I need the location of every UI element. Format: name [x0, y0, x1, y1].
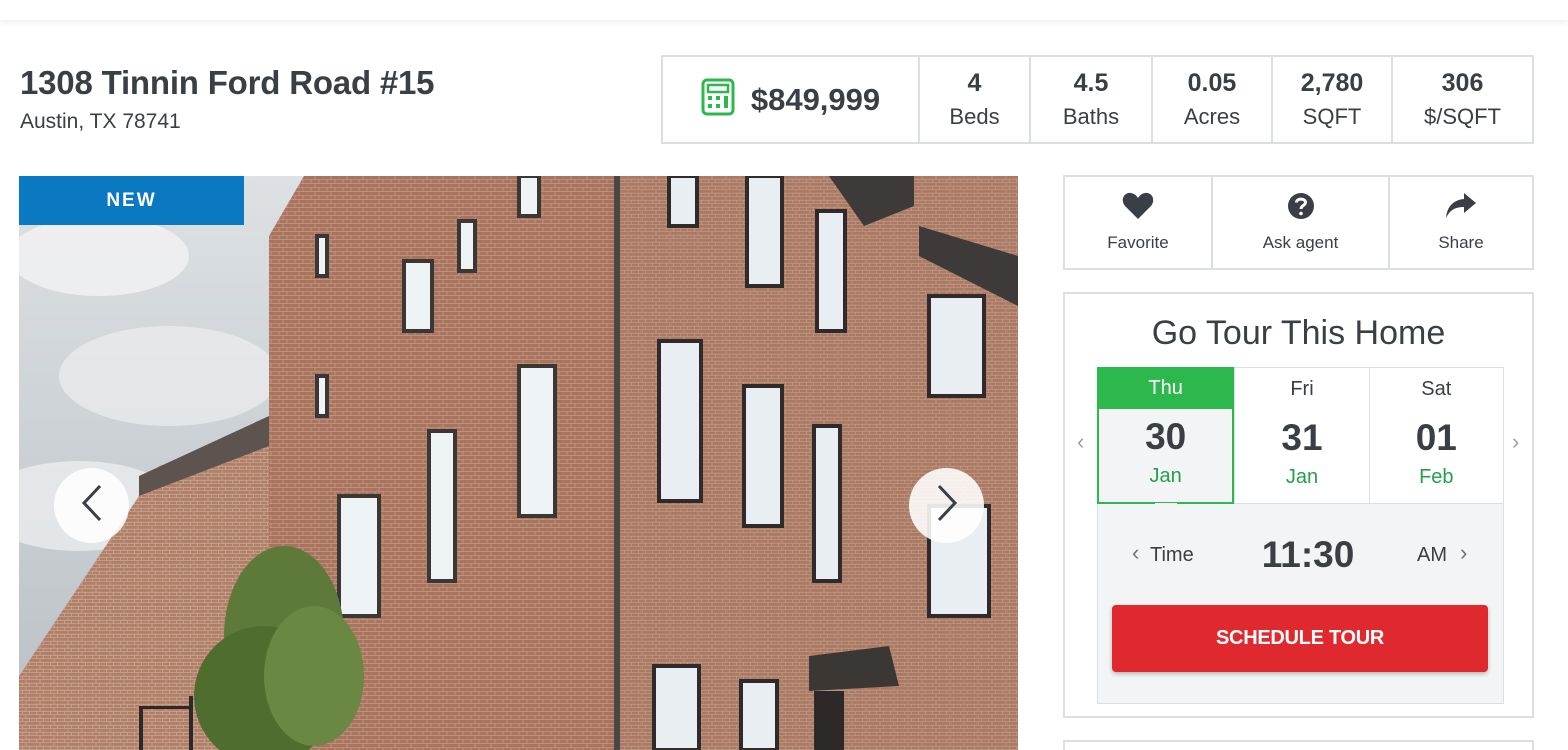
chevron-right-icon [935, 483, 959, 528]
time-selector: ‹ Time 11:30 AM › [1098, 534, 1503, 578]
schedule-tour-button[interactable]: SCHEDULE TOUR [1112, 605, 1488, 672]
street-address: 1308 Tinnin Ford Road #15 [20, 64, 435, 101]
stat-acres: 0.05 Acres [1151, 57, 1271, 142]
ask-agent-button[interactable]: Ask agent [1211, 177, 1388, 268]
day-name: Fri [1290, 378, 1314, 400]
stat-label: SQFT [1302, 103, 1362, 129]
day-number: 01 [1415, 417, 1457, 458]
stat-label: Acres [1183, 103, 1241, 129]
time-value: 11:30 [1261, 534, 1355, 575]
favorite-label: Favorite [1107, 233, 1169, 252]
stat-sqft: 2,780 SQFT [1271, 57, 1391, 142]
favorite-button[interactable]: Favorite [1065, 177, 1211, 268]
heart-icon [1122, 192, 1154, 225]
tour-day-fri[interactable]: Fri 31 Jan [1234, 368, 1368, 503]
share-arrow-icon [1445, 192, 1477, 225]
stat-value: 4.5 [1073, 68, 1109, 97]
stat-value: 2,780 [1300, 68, 1364, 97]
stat-value: 0.05 [1187, 68, 1237, 97]
day-name: Thu [1097, 367, 1235, 409]
tour-day-thu[interactable]: Thu 30 Jan [1097, 367, 1235, 516]
price-cell: $849,999 [663, 57, 918, 142]
day-month: Jan [1149, 465, 1182, 487]
calculator-icon[interactable] [701, 78, 735, 121]
day-month: Jan [1285, 466, 1319, 488]
share-label: Share [1438, 233, 1484, 252]
tour-scheduler: Go Tour This Home ‹ › Thu 30 Jan Fri 31 … [1063, 292, 1534, 718]
ampm-label: AM [1417, 544, 1447, 566]
stat-label: Beds [949, 103, 1000, 129]
chevron-left-icon[interactable]: ‹ [1077, 429, 1084, 455]
stat-label: $/SQFT [1423, 103, 1501, 129]
day-number: 30 [1145, 416, 1187, 457]
gallery-next-button[interactable] [909, 468, 984, 543]
day-number: 31 [1281, 417, 1323, 458]
stat-baths: 4.5 Baths [1029, 57, 1151, 142]
listing-photo[interactable] [19, 176, 1018, 750]
stat-value: 306 [1441, 68, 1484, 97]
chevron-left-icon [80, 483, 104, 528]
ask-agent-label: Ask agent [1262, 233, 1339, 252]
stat-beds: 4 Beds [918, 57, 1029, 142]
question-circle-icon [1287, 192, 1315, 225]
time-prev-button[interactable]: ‹ [1132, 540, 1139, 566]
day-name: Sat [1421, 378, 1452, 400]
time-next-button[interactable]: › [1460, 540, 1467, 566]
tour-day-sat[interactable]: Sat 01 Feb [1368, 368, 1503, 503]
chevron-right-icon[interactable]: › [1512, 429, 1519, 455]
gallery-prev-button[interactable] [54, 468, 129, 543]
listing-address: 1308 Tinnin Ford Road #15 Austin, TX 787… [20, 64, 435, 134]
tour-time-picker: ‹ Time 11:30 AM › SCHEDULE TOUR [1097, 504, 1504, 704]
next-sidebar-card [1063, 740, 1534, 750]
listing-price: $849,999 [750, 81, 881, 117]
listing-actions: Favorite Ask agent Share [1063, 175, 1534, 270]
listing-stats-bar: $849,999 4 Beds 4.5 Baths 0.05 Acres 2,7… [661, 55, 1534, 144]
stat-price-per-sqft: 306 $/SQFT [1391, 57, 1532, 142]
top-header-bar [0, 0, 1568, 20]
tour-title: Go Tour This Home [1151, 314, 1446, 352]
stat-label: Baths [1062, 103, 1120, 129]
stat-value: 4 [967, 68, 982, 97]
day-month: Feb [1419, 466, 1454, 488]
share-button[interactable]: Share [1388, 177, 1532, 268]
time-label: Time [1150, 544, 1194, 566]
new-listing-badge: NEW [19, 176, 244, 225]
city-state-zip: Austin, TX 78741 [20, 110, 181, 133]
tour-day-picker: Thu 30 Jan Fri 31 Jan Sat 01 Feb [1097, 367, 1504, 516]
